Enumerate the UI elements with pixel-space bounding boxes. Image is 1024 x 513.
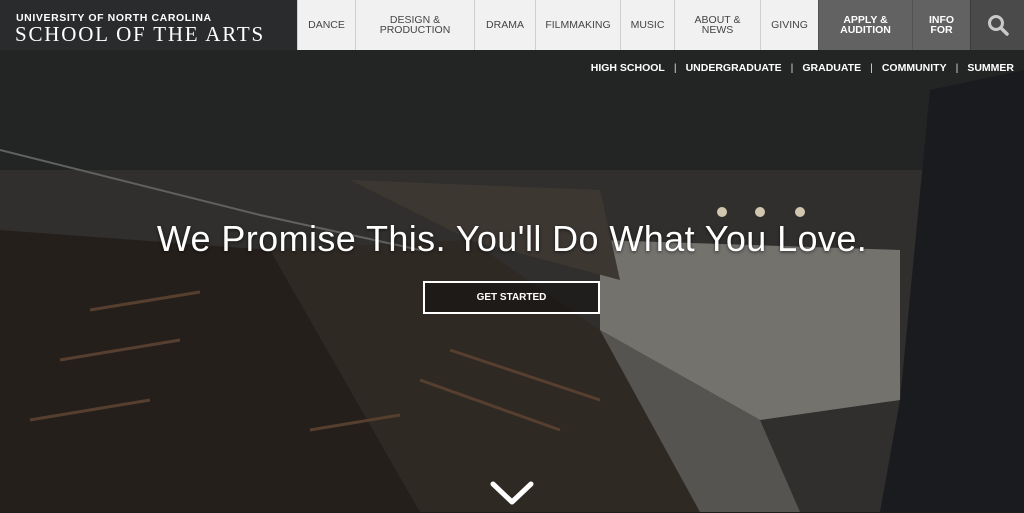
subnav-graduate[interactable]: GRADUATE	[802, 62, 861, 74]
nav-filmmaking[interactable]: FILMMAKING	[535, 0, 620, 50]
nav-drama[interactable]: DRAMA	[474, 0, 535, 50]
nav-giving[interactable]: GIVING	[760, 0, 818, 50]
school-logo[interactable]: UNIVERSITY OF NORTH CAROLINA SCHOOL OF T…	[0, 0, 297, 50]
subnav-divider: |	[955, 62, 959, 74]
subnav-undergraduate[interactable]: UNDERGRADUATE	[686, 62, 782, 74]
subnav-divider: |	[790, 62, 794, 74]
search-button[interactable]	[970, 0, 1024, 50]
nav-about-news[interactable]: ABOUT & NEWS	[674, 0, 760, 50]
audience-nav: HIGH SCHOOL | UNDERGRADUATE | GRADUATE |…	[591, 62, 1014, 74]
subnav-high-school[interactable]: HIGH SCHOOL	[591, 62, 665, 74]
nav-apply-audition[interactable]: APPLY & AUDITION	[818, 0, 912, 50]
nav-info-for[interactable]: INFO FOR	[912, 0, 970, 50]
main-nav: DANCE DESIGN & PRODUCTION DRAMA FILMMAKI…	[297, 0, 1024, 50]
nav-about-news-label: ABOUT & NEWS	[694, 14, 741, 36]
nav-design-production[interactable]: DESIGN & PRODUCTION	[355, 0, 474, 50]
nav-dance[interactable]: DANCE	[297, 0, 355, 50]
logo-school: SCHOOL OF THE ARTS	[15, 22, 265, 46]
get-started-button[interactable]: GET STARTED	[423, 281, 600, 314]
nav-design-production-label: DESIGN & PRODUCTION	[379, 14, 451, 36]
hero-headline: We Promise This. You'll Do What You Love…	[156, 218, 868, 259]
search-icon	[987, 15, 1009, 36]
nav-info-label: INFO FOR	[928, 14, 955, 36]
nav-apply-label: APPLY & AUDITION	[840, 14, 891, 36]
chevron-down-icon	[490, 481, 534, 505]
subnav-divider: |	[870, 62, 873, 74]
subnav-community[interactable]: COMMUNITY	[882, 62, 947, 74]
subnav-summer[interactable]: SUMMER	[967, 62, 1014, 74]
subnav-divider: |	[673, 62, 677, 74]
scroll-down-button[interactable]	[489, 476, 535, 508]
nav-music[interactable]: MUSIC	[620, 0, 674, 50]
